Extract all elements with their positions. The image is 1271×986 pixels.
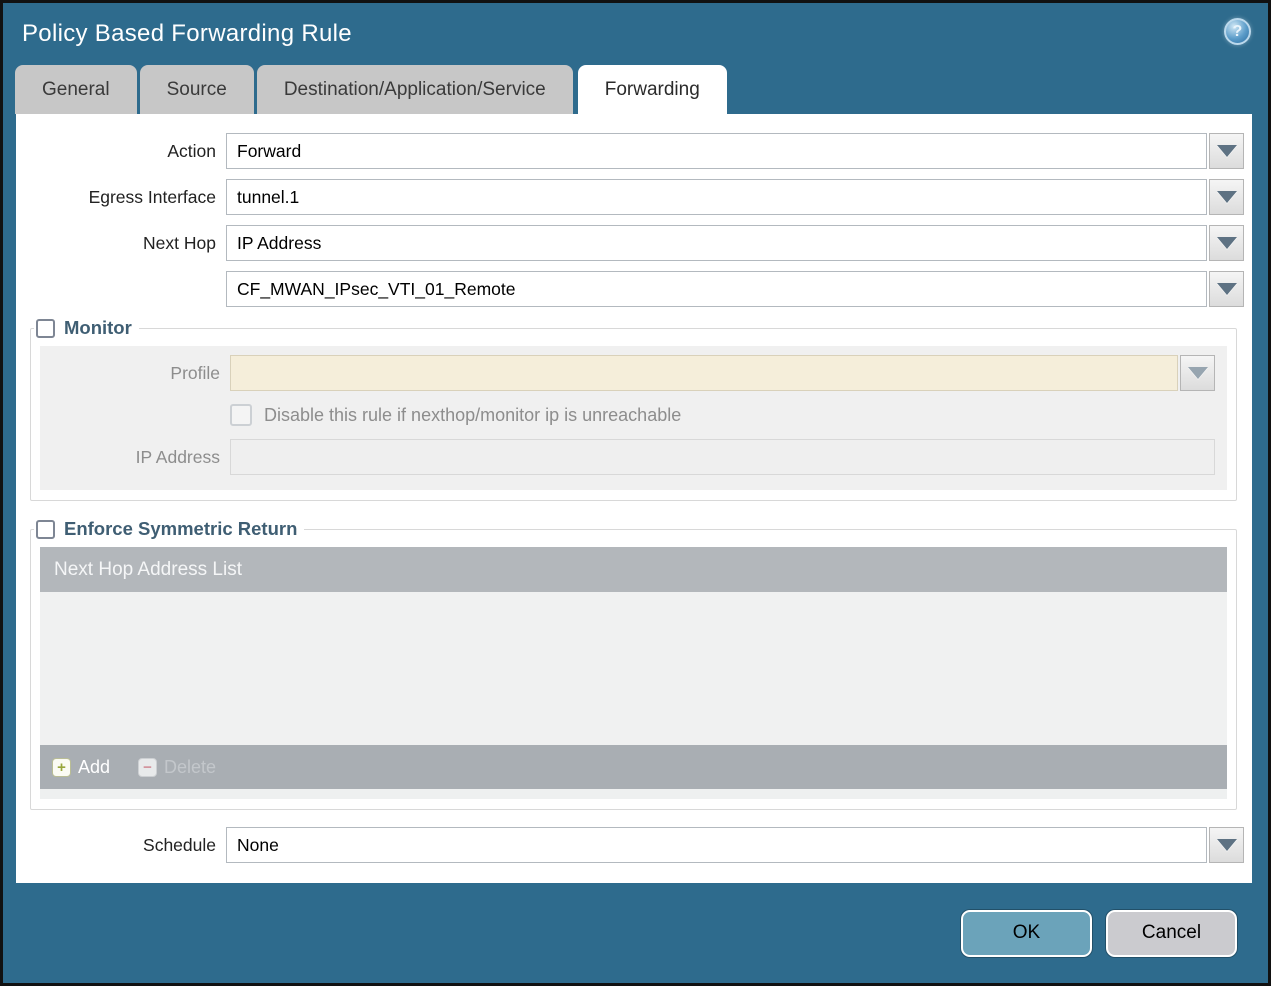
cancel-button[interactable]: Cancel bbox=[1106, 909, 1237, 957]
symmetric-return-fieldset: Enforce Symmetric Return Next Hop Addres… bbox=[30, 518, 1237, 810]
schedule-row: Schedule None bbox=[16, 827, 1244, 863]
monitor-checkbox[interactable] bbox=[36, 318, 55, 338]
tab-bar: General Source Destination/Application/S… bbox=[3, 65, 1268, 114]
dialog-title: Policy Based Forwarding Rule bbox=[22, 20, 352, 47]
next-hop-address-value[interactable]: CF_MWAN_IPsec_VTI_01_Remote bbox=[226, 271, 1207, 307]
next-hop-address-list-table: Next Hop Address List + Add − Delete bbox=[40, 547, 1227, 799]
add-button-label: Add bbox=[78, 756, 111, 777]
table-footer-strip bbox=[40, 789, 1227, 799]
tab-forwarding[interactable]: Forwarding bbox=[577, 65, 727, 114]
plus-icon: + bbox=[52, 757, 71, 777]
disable-rule-label: Disable this rule if nexthop/monitor ip … bbox=[264, 404, 682, 425]
schedule-value[interactable]: None bbox=[226, 827, 1207, 863]
monitor-fieldset: Monitor Profile Disable this rule if nex… bbox=[30, 317, 1237, 501]
help-icon[interactable]: ? bbox=[1224, 18, 1251, 45]
egress-interface-row: Egress Interface tunnel.1 bbox=[16, 179, 1244, 215]
action-value[interactable]: Forward bbox=[226, 133, 1207, 169]
profile-select bbox=[230, 355, 1215, 391]
next-hop-type-value[interactable]: IP Address bbox=[226, 225, 1207, 261]
dialog-title-bar: Policy Based Forwarding Rule ? bbox=[3, 3, 1268, 65]
chevron-down-icon bbox=[1216, 839, 1237, 851]
chevron-down-icon bbox=[1216, 145, 1237, 157]
profile-value bbox=[230, 355, 1178, 391]
tab-destination-application-service[interactable]: Destination/Application/Service bbox=[256, 65, 573, 114]
egress-interface-value[interactable]: tunnel.1 bbox=[226, 179, 1207, 215]
policy-based-forwarding-dialog: Policy Based Forwarding Rule ? General S… bbox=[0, 0, 1271, 986]
ok-button[interactable]: OK bbox=[961, 909, 1092, 957]
disable-rule-row: Disable this rule if nexthop/monitor ip … bbox=[40, 404, 1227, 426]
disable-rule-checkbox bbox=[230, 404, 252, 426]
monitor-legend: Monitor bbox=[34, 317, 139, 339]
monitor-ip-address-row: IP Address bbox=[40, 439, 1227, 475]
chevron-down-icon bbox=[1216, 191, 1237, 203]
chevron-down-icon bbox=[1187, 367, 1208, 379]
chevron-down-icon bbox=[1216, 283, 1237, 295]
monitor-ip-address-label: IP Address bbox=[135, 446, 220, 467]
forwarding-tab-content: Action Forward Egress Interface tunnel.1… bbox=[16, 114, 1252, 883]
profile-label: Profile bbox=[170, 362, 220, 383]
egress-interface-select[interactable]: tunnel.1 bbox=[226, 179, 1244, 215]
tab-source[interactable]: Source bbox=[139, 65, 254, 114]
tab-general[interactable]: General bbox=[15, 65, 137, 114]
schedule-dropdown-button[interactable] bbox=[1209, 827, 1244, 863]
next-hop-address-select[interactable]: CF_MWAN_IPsec_VTI_01_Remote bbox=[226, 271, 1244, 307]
delete-button: − Delete bbox=[138, 757, 216, 778]
monitor-legend-label: Monitor bbox=[64, 317, 132, 338]
monitor-ip-address-input bbox=[230, 439, 1215, 475]
profile-row: Profile bbox=[40, 355, 1227, 391]
table-body-empty[interactable] bbox=[40, 592, 1227, 745]
next-hop-label: Next Hop bbox=[143, 232, 216, 253]
action-label: Action bbox=[167, 140, 216, 161]
table-header: Next Hop Address List bbox=[40, 547, 1227, 592]
dialog-footer: OK Cancel bbox=[3, 883, 1268, 983]
profile-dropdown-button bbox=[1180, 355, 1215, 391]
next-hop-dropdown-button[interactable] bbox=[1209, 225, 1244, 261]
symmetric-return-legend-label: Enforce Symmetric Return bbox=[64, 518, 298, 539]
egress-interface-label: Egress Interface bbox=[88, 186, 216, 207]
next-hop-type-select[interactable]: IP Address bbox=[226, 225, 1244, 261]
action-select[interactable]: Forward bbox=[226, 133, 1244, 169]
add-button[interactable]: + Add bbox=[52, 757, 110, 778]
next-hop-row: Next Hop IP Address bbox=[16, 225, 1244, 261]
table-header-label: Next Hop Address List bbox=[54, 558, 242, 580]
egress-interface-dropdown-button[interactable] bbox=[1209, 179, 1244, 215]
action-dropdown-button[interactable] bbox=[1209, 133, 1244, 169]
next-hop-address-dropdown-button[interactable] bbox=[1209, 271, 1244, 307]
delete-button-label: Delete bbox=[164, 756, 217, 777]
symmetric-return-legend: Enforce Symmetric Return bbox=[34, 518, 304, 540]
chevron-down-icon bbox=[1216, 237, 1237, 249]
table-toolbar: + Add − Delete bbox=[40, 745, 1227, 789]
schedule-select[interactable]: None bbox=[226, 827, 1244, 863]
symmetric-return-checkbox[interactable] bbox=[36, 519, 55, 539]
schedule-label: Schedule bbox=[143, 834, 216, 855]
minus-icon: − bbox=[138, 757, 158, 777]
monitor-panel: Profile Disable this rule if nexthop/mon… bbox=[40, 346, 1227, 490]
next-hop-address-row: CF_MWAN_IPsec_VTI_01_Remote bbox=[16, 271, 1244, 307]
action-row: Action Forward bbox=[16, 133, 1244, 169]
